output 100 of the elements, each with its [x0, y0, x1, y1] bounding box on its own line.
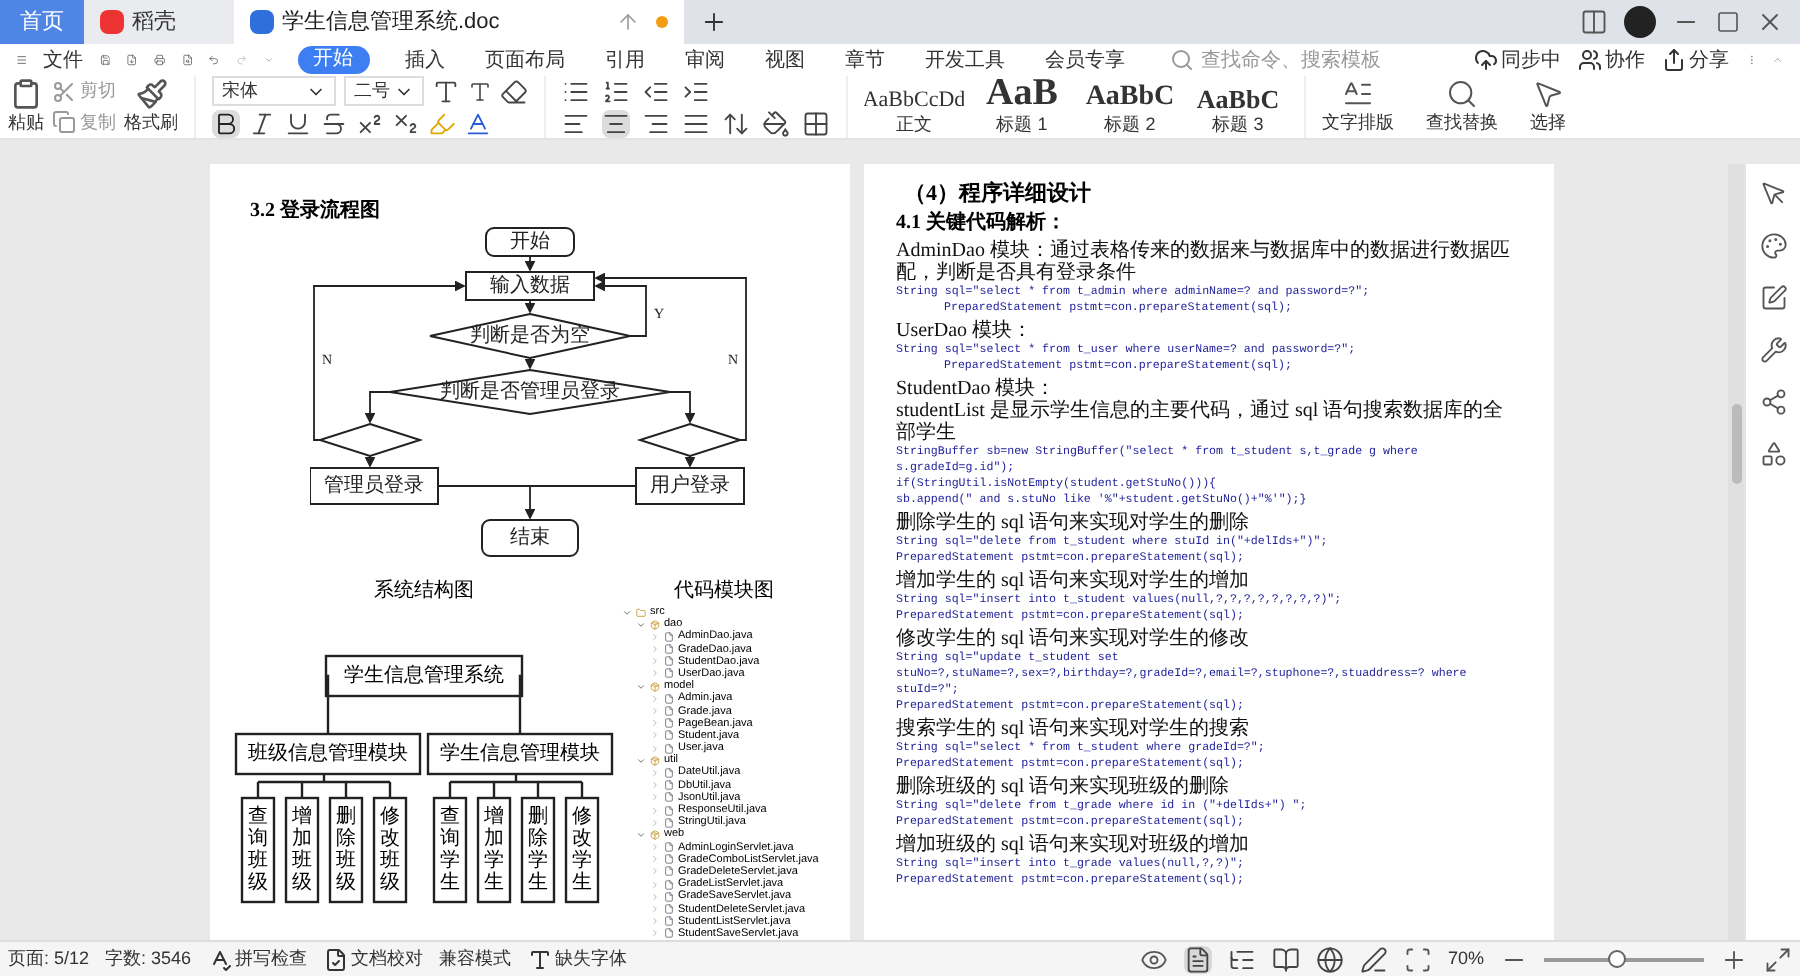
pointer-icon[interactable]: [1759, 180, 1787, 208]
fullscreen-icon[interactable]: [1764, 945, 1792, 973]
superscript-icon[interactable]: [356, 110, 384, 139]
align-icon[interactable]: [682, 109, 710, 137]
node-label: 增加学生: [484, 805, 504, 894]
scrollbar[interactable]: [1728, 164, 1744, 940]
view-mode-icon[interactable]: [1183, 945, 1212, 973]
clear-format-icon[interactable]: [500, 77, 528, 105]
node-label: 删除班级: [336, 805, 356, 894]
menu-tab[interactable]: 引用: [593, 45, 658, 75]
spell-check-button[interactable]: 拼写检查: [207, 945, 308, 973]
edit-icon[interactable]: [1759, 284, 1787, 312]
tab-label: 首页: [20, 7, 64, 38]
arrow: [524, 357, 536, 370]
body-text: 搜索学生的 sql 语句来实现对学生的搜索: [896, 718, 1252, 740]
paste-button[interactable]: 粘贴: [8, 77, 44, 137]
share-icon[interactable]: [1759, 388, 1787, 416]
proofread-button[interactable]: 文档校对: [323, 945, 424, 973]
style-preset[interactable]: AaB 标题 1: [972, 73, 1072, 138]
command-search-field[interactable]: 查找命令、搜索模板: [1169, 45, 1442, 75]
page-count: 页面: 5/12: [8, 945, 90, 972]
view-mode-icon[interactable]: [1315, 945, 1344, 973]
slider-thumb[interactable]: [1608, 949, 1626, 967]
wrench-icon[interactable]: [1759, 336, 1787, 364]
search-icon: [1446, 77, 1478, 110]
outdent-icon[interactable]: [642, 77, 670, 105]
avatar[interactable]: [1624, 6, 1656, 38]
menu-tab[interactable]: 会员专享: [1033, 45, 1138, 75]
numbered-list-icon[interactable]: [602, 77, 630, 105]
restore-icon[interactable]: [1716, 10, 1740, 34]
font-name-field[interactable]: 宋体: [212, 75, 336, 107]
line-spacing-icon[interactable]: [722, 109, 750, 137]
fit-icon[interactable]: [1403, 945, 1432, 973]
menu-tab[interactable]: 开发工具: [913, 45, 1018, 75]
italic-icon[interactable]: [248, 110, 276, 139]
menu-tab[interactable]: 页面布局: [473, 45, 578, 75]
file-menu[interactable]: 文件: [43, 45, 84, 75]
shrink-font-icon[interactable]: [468, 79, 492, 103]
view-mode-icon[interactable]: [1359, 945, 1388, 973]
leaf-node: [432, 796, 468, 904]
view-mode-icon[interactable]: [1271, 945, 1300, 973]
shapes-icon[interactable]: [1759, 440, 1787, 468]
window-layout-icon[interactable]: [1580, 8, 1608, 36]
upload-icon[interactable]: [616, 10, 640, 34]
font-color-icon[interactable]: [464, 110, 492, 139]
font-size-field[interactable]: 二号: [344, 75, 424, 107]
close-icon[interactable]: [1756, 8, 1784, 36]
view-mode-icon[interactable]: [1227, 945, 1256, 973]
section-heading: 4.1 关键代码解析：: [896, 212, 1068, 236]
align-icon[interactable]: [562, 109, 590, 137]
underline-icon[interactable]: [284, 110, 312, 139]
body-text: 修改学生的 sql 语句来实现对学生的修改: [896, 628, 1252, 650]
zoom-level[interactable]: 70%: [1447, 945, 1484, 973]
header-action-button[interactable]: 分享: [1661, 45, 1730, 75]
menu-tab[interactable]: 开始: [297, 46, 370, 74]
zoom-in-icon[interactable]: [1720, 945, 1748, 973]
format-painter-button[interactable]: 格式刷: [124, 77, 178, 137]
menu-tab[interactable]: 审阅: [673, 45, 738, 75]
subscript-icon[interactable]: [392, 110, 420, 139]
document-tab[interactable]: 首页: [0, 0, 84, 44]
body-text: 删除学生的 sql 语句来实现对学生的删除: [896, 512, 1252, 534]
leaf-node: [284, 796, 320, 904]
indent-icon[interactable]: [682, 77, 710, 105]
style-preset[interactable]: AaBbC 标题 3: [1188, 85, 1288, 138]
clipboard-icon: [10, 77, 42, 110]
new-tab-icon[interactable]: [700, 8, 728, 36]
section-heading: 3.2 登录流程图: [248, 200, 382, 224]
style-preset[interactable]: AaBbC 标题 2: [1080, 83, 1180, 138]
document-tab[interactable]: 稻壳: [84, 0, 234, 44]
start-node: [485, 227, 575, 257]
menu-tab[interactable]: 章节: [833, 45, 898, 75]
ribbon-tool-button[interactable]: 选择: [1514, 76, 1582, 138]
align-icon[interactable]: [602, 109, 630, 137]
text-layout-icon: [1342, 77, 1374, 110]
menu-tab[interactable]: 视图: [753, 45, 818, 75]
document-tab[interactable]: 学生信息管理系统.doc: [234, 0, 684, 44]
strikethrough-icon[interactable]: [320, 110, 348, 139]
ribbon-tool-button[interactable]: 文字排版: [1306, 76, 1410, 138]
ribbon-tool-button[interactable]: 查找替换: [1410, 76, 1514, 138]
align-icon[interactable]: [642, 109, 670, 137]
grow-font-icon[interactable]: [432, 77, 460, 105]
process-node: [465, 271, 595, 301]
figure-caption: 系统结构图: [374, 577, 474, 606]
palette-icon[interactable]: [1759, 232, 1787, 260]
flowchart-label: 管理员登录: [324, 475, 424, 497]
menu-tab[interactable]: 插入: [393, 45, 458, 75]
body-text: 增加学生的 sql 语句来实现对学生的增加: [896, 570, 1252, 592]
node-label: 班级信息管理模块: [248, 742, 408, 765]
header-action-button[interactable]: 同步中: [1473, 45, 1562, 75]
word-count[interactable]: 字数: 3546: [105, 945, 192, 973]
bold-icon[interactable]: [212, 110, 240, 139]
document-icon: [250, 10, 274, 34]
cloud-icon: [1473, 48, 1498, 72]
eye-icon[interactable]: [1139, 945, 1168, 973]
border-icon[interactable]: [802, 109, 830, 137]
node-label: 增加班级: [292, 805, 312, 894]
missing-font-button[interactable]: 缺失字体: [527, 945, 628, 973]
shading-icon[interactable]: [762, 109, 790, 137]
header-action-button[interactable]: 协作: [1577, 45, 1646, 75]
node-label: 查询班级: [248, 805, 268, 894]
